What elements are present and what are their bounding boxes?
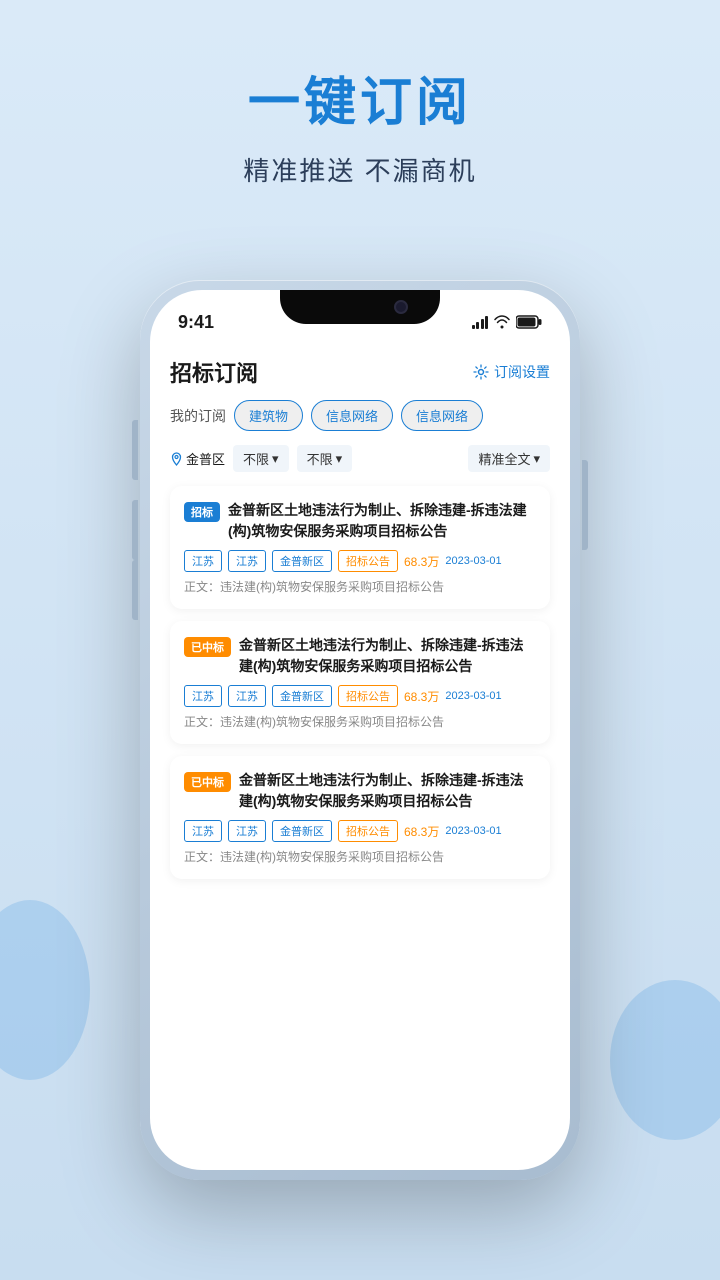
filter-3-text: 精准全文	[478, 449, 530, 468]
card-2-preview: 正文：违法建(构)筑物安保服务采购项目招标公告	[184, 848, 536, 865]
card-0-title-row: 招标 金普新区土地违法行为制止、拆除违建-拆违法建(构)筑物安保服务采购项目招标…	[184, 500, 536, 542]
blob-right	[610, 980, 720, 1140]
card-0-date: 2023-03-01	[445, 555, 501, 567]
settings-button[interactable]: 订阅设置	[473, 362, 550, 382]
location-text: 金普区	[186, 449, 225, 468]
location-icon	[170, 452, 183, 466]
bar4	[485, 316, 488, 329]
card-0-tags: 江苏 江苏 金普新区 招标公告 68.3万 2023-03-01	[184, 550, 536, 572]
status-time: 9:41	[178, 312, 214, 333]
card-2-title: 金普新区土地违法行为制止、拆除违建-拆违法建(构)筑物安保服务采购项目招标公告	[239, 770, 536, 812]
card-1-type: 招标公告	[338, 685, 398, 707]
card-2-amount: 68.3万	[404, 823, 439, 840]
cards-list: 招标 金普新区土地违法行为制止、拆除违建-拆违法建(构)筑物安保服务采购项目招标…	[170, 486, 550, 879]
app-title: 招标订阅	[170, 356, 258, 388]
bar3	[481, 319, 484, 329]
card-2-date: 2023-03-01	[445, 825, 501, 837]
phone-outer-shell: 9:41	[140, 280, 580, 1180]
card-0-badge: 招标	[184, 502, 220, 522]
card-2-region2: 江苏	[228, 820, 266, 842]
filter-row: 金普区 不限 ▾ 不限 ▾ 精准全文 ▾	[170, 445, 550, 472]
sub-tags-row: 我的订阅 建筑物 信息网络 信息网络	[170, 400, 550, 431]
card-2-region1: 江苏	[184, 820, 222, 842]
tag-btn-2[interactable]: 信息网络	[401, 400, 483, 431]
bar2	[476, 322, 479, 329]
card-1-title-row: 已中标 金普新区土地违法行为制止、拆除违建-拆违法建(构)筑物安保服务采购项目招…	[184, 635, 536, 677]
camera-dot	[394, 300, 408, 314]
bar1	[472, 325, 475, 329]
filter-1-arrow: ▾	[272, 451, 279, 467]
card-2-tags: 江苏 江苏 金普新区 招标公告 68.3万 2023-03-01	[184, 820, 536, 842]
card-1-region3: 金普新区	[272, 685, 332, 707]
settings-icon	[473, 364, 489, 380]
my-sub-label: 我的订阅	[170, 406, 226, 426]
card-0-region1: 江苏	[184, 550, 222, 572]
card-1-preview: 正文：违法建(构)筑物安保服务采购项目招标公告	[184, 713, 536, 730]
card-0-preview: 正文：违法建(构)筑物安保服务采购项目招标公告	[184, 578, 536, 595]
card-1-region1: 江苏	[184, 685, 222, 707]
tag-btn-1[interactable]: 信息网络	[311, 400, 393, 431]
signal-icon	[472, 315, 489, 329]
status-icons	[472, 315, 543, 329]
filter-1[interactable]: 不限 ▾	[233, 445, 289, 472]
sub-title: 精准推送 不漏商机	[0, 151, 720, 188]
card-2-type: 招标公告	[338, 820, 398, 842]
page-background: 一键订阅 精准推送 不漏商机 9:41	[0, 0, 720, 1280]
phone-notch	[280, 290, 440, 324]
app-header: 招标订阅 订阅设置	[170, 340, 550, 400]
settings-label: 订阅设置	[494, 362, 550, 382]
blob-left	[0, 900, 90, 1080]
card-0-amount: 68.3万	[404, 553, 439, 570]
card-0[interactable]: 招标 金普新区土地违法行为制止、拆除违建-拆违法建(构)筑物安保服务采购项目招标…	[170, 486, 550, 609]
card-1-amount: 68.3万	[404, 688, 439, 705]
filter-3[interactable]: 精准全文 ▾	[468, 445, 550, 472]
tag-btn-0[interactable]: 建筑物	[234, 400, 303, 431]
card-0-title: 金普新区土地违法行为制止、拆除违建-拆违法建(构)筑物安保服务采购项目招标公告	[228, 500, 536, 542]
battery-icon	[516, 315, 542, 329]
filter-location[interactable]: 金普区	[170, 449, 225, 468]
card-2-region3: 金普新区	[272, 820, 332, 842]
card-1-tags: 江苏 江苏 金普新区 招标公告 68.3万 2023-03-01	[184, 685, 536, 707]
filter-3-arrow: ▾	[533, 451, 540, 467]
card-1-region2: 江苏	[228, 685, 266, 707]
card-2-title-row: 已中标 金普新区土地违法行为制止、拆除违建-拆违法建(构)筑物安保服务采购项目招…	[184, 770, 536, 812]
filter-2-arrow: ▾	[336, 451, 343, 467]
phone-screen: 9:41	[150, 290, 570, 1170]
card-2[interactable]: 已中标 金普新区土地违法行为制止、拆除违建-拆违法建(构)筑物安保服务采购项目招…	[170, 756, 550, 879]
card-1-date: 2023-03-01	[445, 690, 501, 702]
card-1-badge: 已中标	[184, 637, 231, 657]
card-0-type: 招标公告	[338, 550, 398, 572]
card-1-title: 金普新区土地违法行为制止、拆除违建-拆违法建(构)筑物安保服务采购项目招标公告	[239, 635, 536, 677]
filter-2[interactable]: 不限 ▾	[297, 445, 353, 472]
card-0-region2: 江苏	[228, 550, 266, 572]
app-content: 招标订阅 订阅设置 我的订阅 建筑物 信息网络	[150, 340, 570, 1170]
card-2-badge: 已中标	[184, 772, 231, 792]
wifi-icon	[494, 315, 510, 329]
phone-mockup: 9:41	[140, 280, 580, 1180]
card-1[interactable]: 已中标 金普新区土地违法行为制止、拆除违建-拆违法建(构)筑物安保服务采购项目招…	[170, 621, 550, 744]
main-title: 一键订阅	[0, 60, 720, 135]
header-section: 一键订阅 精准推送 不漏商机	[0, 0, 720, 188]
filter-2-text: 不限	[307, 449, 333, 468]
filter-1-text: 不限	[243, 449, 269, 468]
card-0-region3: 金普新区	[272, 550, 332, 572]
